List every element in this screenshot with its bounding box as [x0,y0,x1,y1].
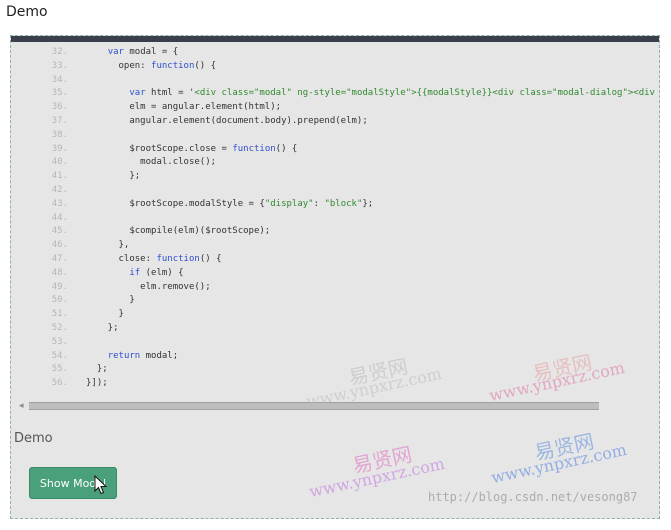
code-text: }; [86,322,119,333]
code-text: }; [86,364,108,375]
line-number: 56. [51,378,68,389]
line-number: 38. [51,129,68,140]
code-line: 41. }; [11,170,659,184]
code-text: modal.close(); [86,157,217,168]
page-title: Demo [6,4,48,20]
demo-heading: Demo [14,431,53,446]
line-number: 47. [51,253,68,264]
line-number: 43. [51,198,68,209]
line-number: 40. [51,157,68,168]
line-number: 52. [51,322,68,333]
line-number: 44. [51,212,68,223]
line-number: 48. [51,267,68,278]
code-line: 35. var html = '<div class="modal" ng-st… [11,87,659,101]
code-block: 32. var modal = {33. open: function() {3… [11,46,659,396]
code-text: if (elm) { [129,267,184,278]
line-number: 53. [51,336,68,347]
line-number: 33. [51,60,68,71]
code-text: return modal; [107,350,179,361]
code-line: 43. $rootScope.modalStyle = {"display": … [11,198,659,212]
line-number: 41. [51,171,68,182]
code-text: }; [86,171,141,182]
line-number: 34. [51,74,68,85]
code-text: open: function() { [86,60,217,71]
code-line: 42. [11,184,659,198]
code-text: close: function() { [86,253,222,264]
scroll-left-arrow-icon[interactable]: ◂ [19,401,24,411]
line-number: 35. [51,88,68,99]
line-number: 37. [51,115,68,126]
code-text: elm = angular.element(html); [86,102,282,113]
line-number: 49. [51,281,68,292]
code-line: 48. if (elm) { [11,267,659,281]
code-block-topbar [11,36,659,42]
code-text: }]); [86,378,108,389]
demo-frame: 32. var modal = {33. open: function() {3… [10,35,660,519]
code-line: 51. } [11,308,659,322]
line-number: 39. [51,143,68,154]
code-text: } [86,295,135,306]
code-text: $compile(elm)($rootScope); [86,226,271,237]
mouse-cursor-icon [94,475,108,495]
code-line: 33. open: function() { [11,60,659,74]
code-line: 34. [11,74,659,88]
code-line: 50. } [11,294,659,308]
line-number: 46. [51,240,68,251]
code-line: 54. return modal; [11,350,659,364]
code-line: 40. modal.close(); [11,156,659,170]
code-line: 38. [11,129,659,143]
horizontal-scrollbar[interactable]: ◂ [19,401,649,411]
scrollbar-thumb[interactable] [29,402,599,410]
code-line: 47. close: function() { [11,253,659,267]
code-text: $rootScope.close = function() { [86,143,298,154]
line-number: 51. [51,309,68,320]
code-text: }, [86,240,130,251]
code-line: 55. }; [11,363,659,377]
code-line: 56.}]); [11,377,659,391]
code-line: 32. var modal = { [11,46,659,60]
line-number: 50. [51,295,68,306]
line-number: 54. [51,350,68,361]
code-line: 36. elm = angular.element(html); [11,101,659,115]
line-number: 32. [51,47,68,57]
line-number: 45. [51,226,68,237]
line-number: 36. [51,102,68,113]
code-text: angular.element(document.body).prepend(e… [86,115,368,126]
code-text: } [86,309,124,320]
line-number: 55. [51,364,68,375]
code-line: 52. }; [11,322,659,336]
code-line: 44. [11,212,659,226]
code-line: 53. [11,336,659,350]
code-text: $rootScope.modalStyle = {"display": "blo… [86,198,374,209]
code-line: 45. $compile(elm)($rootScope); [11,225,659,239]
code-text: elm.remove(); [86,281,211,292]
code-line: 49. elm.remove(); [11,281,659,295]
line-number: 42. [51,184,68,195]
code-line: 37. angular.element(document.body).prepe… [11,115,659,129]
code-line: 46. }, [11,239,659,253]
code-text: var html = '<div class="modal" ng-style=… [129,88,659,99]
code-line: 39. $rootScope.close = function() { [11,143,659,157]
code-text: var modal = { [107,47,179,57]
